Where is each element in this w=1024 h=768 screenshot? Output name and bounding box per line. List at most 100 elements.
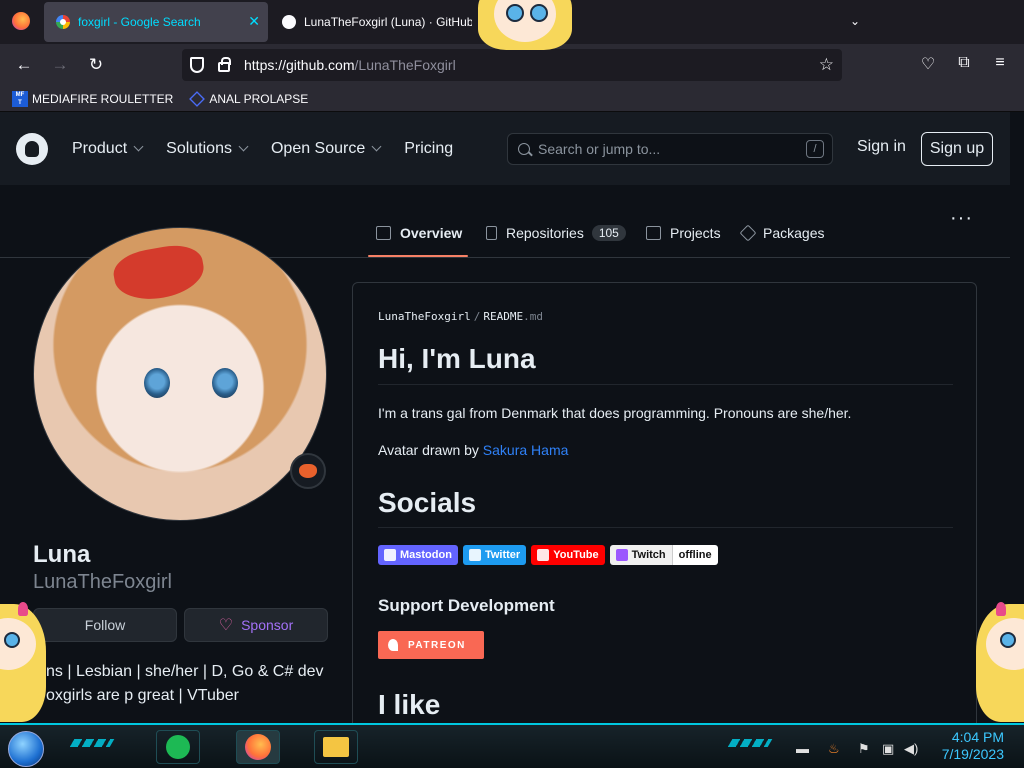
twitter-icon	[468, 549, 481, 561]
avatar-bow	[110, 240, 208, 306]
nav-product[interactable]: Product	[72, 140, 144, 158]
support-heading: Support Development	[378, 596, 555, 615]
follow-button[interactable]: Follow	[33, 608, 177, 642]
network-icon[interactable]: ▣	[882, 741, 894, 757]
bookmark-diamond-icon	[189, 90, 206, 107]
nav-solutions[interactable]: Solutions	[166, 140, 249, 158]
avatar[interactable]	[33, 227, 327, 521]
clock-time: 4:04 PM	[951, 729, 1004, 745]
reload-icon[interactable]: ↻	[84, 54, 108, 76]
tab-github-profile[interactable]: LunaTheFoxgirl (Luna) · GitHub	[272, 2, 472, 42]
repositories-count: 105	[591, 225, 626, 241]
google-icon	[56, 15, 70, 29]
tab-overview[interactable]: Overview	[376, 225, 462, 241]
chevron-down-icon	[238, 141, 249, 152]
bookmark-star-icon[interactable]: ☆	[819, 55, 834, 75]
mediafire-icon: MF T	[12, 90, 28, 107]
show-hidden-icons-icon[interactable]: ▬	[796, 741, 809, 756]
patreon-button[interactable]: PATREON	[378, 631, 484, 659]
search-shortcut-key: /	[806, 140, 824, 158]
forward-arrow-icon[interactable]: →	[48, 54, 72, 76]
desktop-mascot-right	[972, 598, 1024, 722]
artist-link[interactable]: Sakura Hama	[483, 442, 569, 458]
github-header: Product Solutions Open Source Pricing Se…	[0, 112, 1010, 185]
package-icon	[739, 224, 757, 242]
youtube-icon	[537, 549, 550, 561]
taskbar-file-explorer[interactable]	[314, 730, 358, 764]
tracking-shield-icon[interactable]	[190, 57, 204, 73]
close-icon[interactable]: ✕	[248, 13, 260, 30]
desktop-mascot-top	[470, 0, 580, 50]
active-tab-underline	[368, 255, 468, 257]
twitch-status-badge[interactable]: offline	[671, 545, 718, 565]
twitter-badge[interactable]: Twitter	[462, 545, 527, 565]
sponsor-button[interactable]: ♡ Sponsor	[184, 608, 328, 642]
socials-heading: Socials	[378, 487, 477, 518]
url-bar[interactable]: https://github.com/LunaTheFoxgirl ☆	[182, 49, 842, 81]
search-icon	[518, 143, 530, 155]
nav-pricing[interactable]: Pricing	[404, 140, 453, 158]
repo-icon	[486, 226, 497, 240]
tab-repositories[interactable]: Repositories 105	[486, 225, 626, 241]
github-logo-icon[interactable]	[16, 132, 48, 165]
taskbar-decoration	[727, 739, 773, 747]
table-icon	[646, 226, 661, 240]
bookmark-label: MEDIAFIRE ROULETTER	[32, 91, 174, 106]
readme-intro: I'm a trans gal from Denmark that does p…	[378, 405, 852, 421]
back-arrow-icon[interactable]: ←	[12, 54, 36, 76]
heart-icon: ♡	[218, 617, 234, 634]
menu-icon[interactable]: ≡	[990, 54, 1010, 72]
taskbar-firefox[interactable]	[236, 730, 280, 764]
tab-google-search[interactable]: foxgirl - Google Search ✕	[44, 2, 268, 42]
avatar-eye	[144, 368, 170, 398]
patreon-icon	[388, 639, 398, 651]
tab-packages[interactable]: Packages	[739, 224, 824, 242]
clock-date: 7/19/2023	[941, 746, 1004, 762]
youtube-badge[interactable]: YouTube	[531, 545, 605, 565]
taskbar-spotify[interactable]	[156, 730, 200, 764]
chevron-down-icon	[133, 141, 144, 152]
twitch-icon	[615, 549, 628, 561]
profile-login: LunaTheFoxgirl	[33, 571, 172, 593]
taskbar: ▬ ♨ ⚑ ▣ ◀) 4:04 PM 7/19/2023	[0, 723, 1024, 768]
status-emoji[interactable]	[290, 453, 326, 489]
clock[interactable]: 4:04 PM 7/19/2023	[942, 729, 1004, 763]
search-placeholder: Search or jump to...	[538, 141, 661, 157]
sign-up-button[interactable]: Sign up	[921, 132, 993, 166]
bookmarks-bar: MF T MEDIAFIRE ROULETTER ANAL PROLAPSE	[0, 86, 1024, 112]
book-icon	[376, 226, 391, 240]
pocket-icon[interactable]: ♡	[918, 54, 938, 74]
nav-open-source[interactable]: Open Source	[271, 140, 382, 158]
lock-icon[interactable]	[218, 57, 231, 72]
github-nav: Product Solutions Open Source Pricing	[72, 140, 477, 158]
more-options-icon[interactable]: ···	[950, 207, 973, 230]
volume-icon[interactable]: ◀)	[904, 741, 918, 757]
avatar-eye	[212, 368, 238, 398]
extensions-icon[interactable]: ⧉	[954, 54, 974, 72]
profile-name: Luna	[33, 541, 91, 568]
folder-icon	[323, 737, 349, 757]
github-icon	[282, 15, 296, 29]
tab-title: foxgirl - Google Search	[78, 15, 201, 29]
avatar-credit: Avatar drawn by Sakura Hama	[378, 442, 569, 458]
tab-title: LunaTheFoxgirl (Luna) · GitHub	[304, 15, 472, 29]
bookmark-item[interactable]: ANAL PROLAPSE	[189, 90, 308, 107]
sign-in-link[interactable]: Sign in	[857, 138, 906, 156]
mastodon-badge[interactable]: Mastodon	[378, 545, 458, 565]
start-button[interactable]	[8, 731, 44, 767]
social-badges: Mastodon Twitter YouTube Twitch offline	[378, 545, 723, 565]
divider	[378, 384, 953, 385]
flag-icon[interactable]: ⚑	[858, 741, 870, 757]
readme-path: LunaTheFoxgirl / README.md	[378, 310, 543, 323]
url-text[interactable]: https://github.com/LunaTheFoxgirl	[244, 57, 456, 73]
mastodon-icon	[384, 549, 396, 561]
chevron-down-icon[interactable]: ⌄	[850, 14, 862, 28]
bookmark-item[interactable]: MF T MEDIAFIRE ROULETTER	[12, 90, 174, 107]
java-icon[interactable]: ♨	[828, 741, 840, 757]
likes-heading: I like	[378, 689, 441, 720]
firefox-icon[interactable]	[12, 12, 30, 30]
tab-projects[interactable]: Projects	[646, 225, 721, 241]
search-input[interactable]: Search or jump to... /	[507, 133, 833, 165]
twitch-badge[interactable]: Twitch	[609, 545, 672, 565]
readme-path-user[interactable]: LunaTheFoxgirl	[378, 310, 471, 323]
